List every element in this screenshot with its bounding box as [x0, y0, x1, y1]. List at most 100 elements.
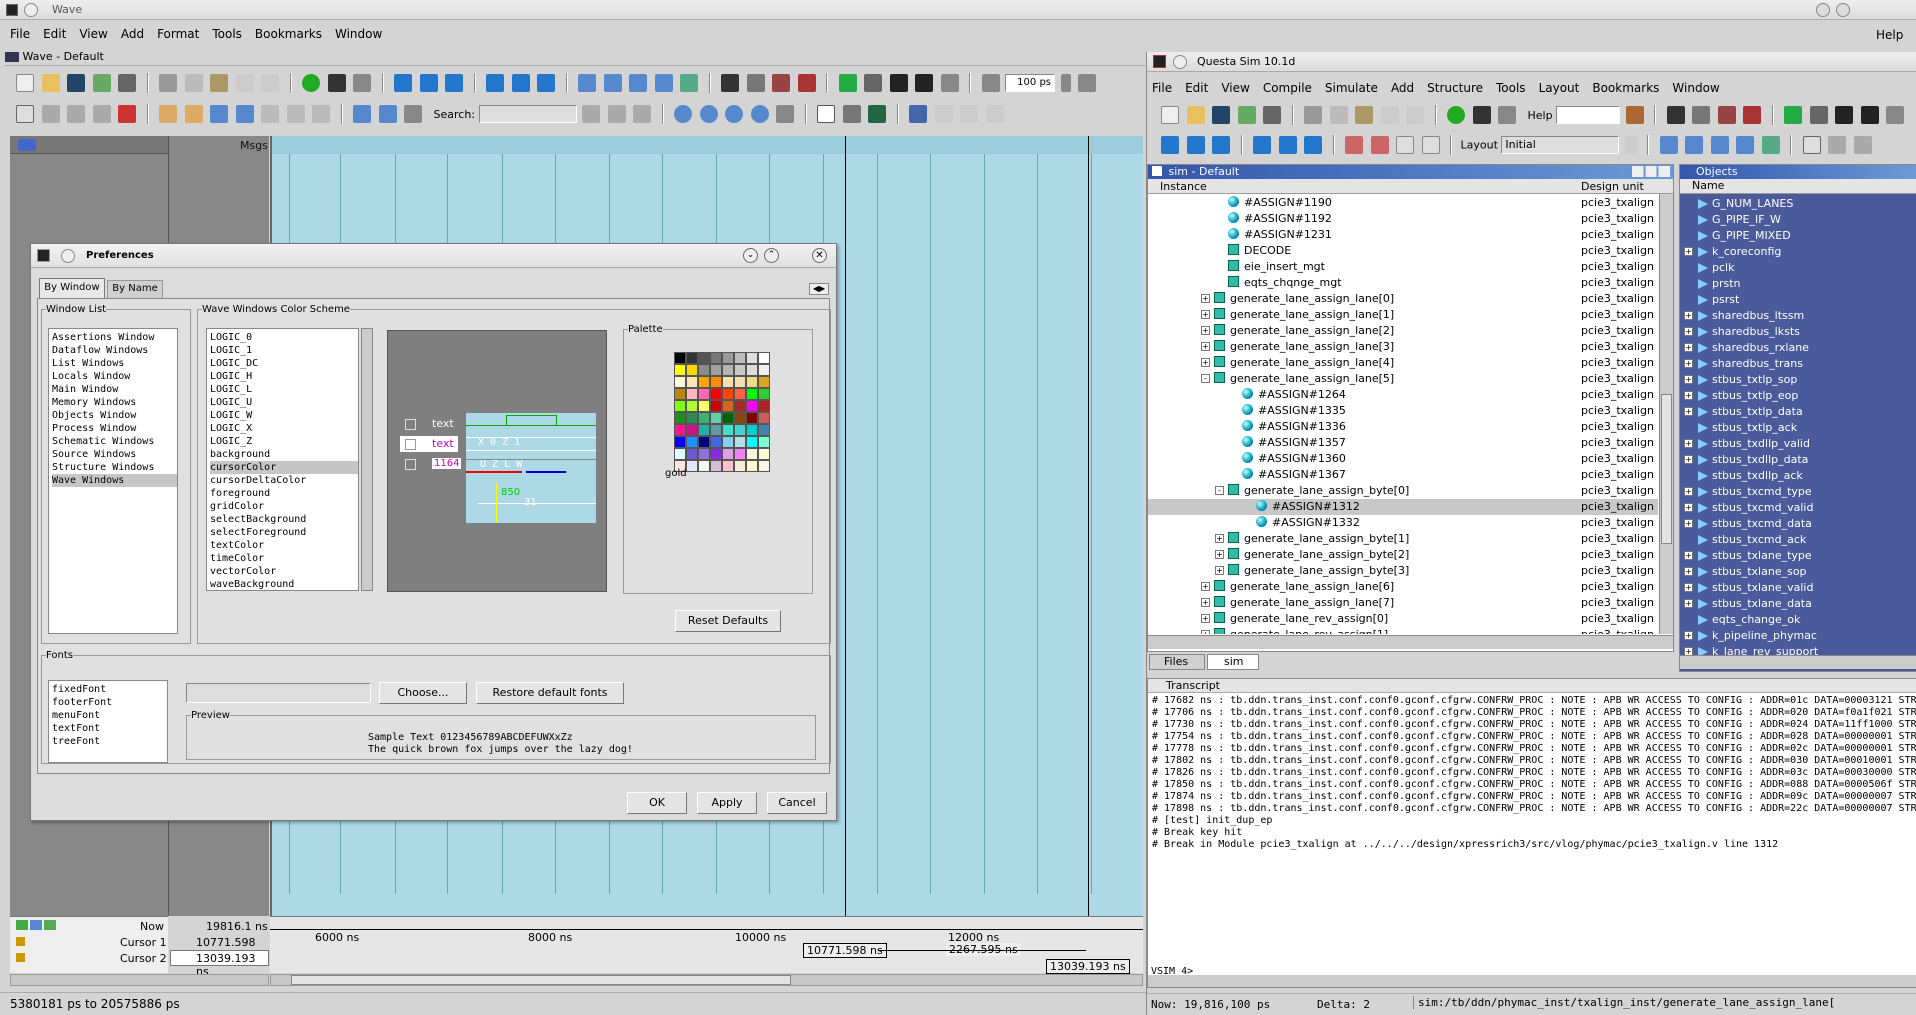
objects-list[interactable]: G_NUM_LANES G_PIPE_IF_W G_PIPE_MIXED + k_cor… — [1680, 195, 1916, 655]
simulate-icon[interactable] — [746, 74, 765, 92]
dataflow-icon[interactable] — [838, 74, 857, 92]
color-scheme-item[interactable]: cursorColor — [210, 461, 358, 474]
sim-tree-row[interactable]: #ASSIGN#1367 pcie3_txalign — [1148, 467, 1658, 483]
restart-icon[interactable] — [1253, 136, 1271, 154]
palette-swatch[interactable] — [698, 436, 710, 448]
del-break2-icon[interactable] — [1370, 136, 1389, 154]
window-list-item[interactable]: Assertions Window — [52, 331, 177, 344]
run-length-arrow-icon[interactable] — [1060, 74, 1071, 92]
expand-toggle-icon[interactable]: + — [1684, 327, 1693, 336]
time-mode-icon[interactable] — [404, 105, 422, 123]
palette-swatch[interactable] — [710, 436, 722, 448]
expand-toggle-icon[interactable]: + — [1684, 551, 1693, 560]
object-row[interactable]: G_PIPE_MIXED — [1680, 228, 1916, 244]
palette-swatch[interactable] — [698, 388, 710, 400]
expand-toggle-icon[interactable]: + — [1684, 503, 1693, 512]
expand-toggle-icon[interactable]: + — [1684, 647, 1693, 655]
zoom-cursor-icon[interactable] — [750, 105, 769, 123]
reload-icon[interactable] — [1237, 106, 1256, 124]
expand-toggle-icon[interactable]: + — [1684, 247, 1693, 256]
palette-swatch[interactable] — [734, 424, 746, 436]
font-list-item[interactable]: fixedFont — [52, 683, 167, 696]
print-icon[interactable] — [1263, 106, 1281, 124]
palette-swatch[interactable] — [758, 436, 770, 448]
zoom-full-icon[interactable] — [725, 105, 743, 123]
questa-menu-file[interactable]: File — [1152, 81, 1172, 95]
sim-tree-row[interactable]: #ASSIGN#1264 pcie3_txalign — [1148, 387, 1658, 403]
wave-hscroll-1[interactable] — [10, 974, 269, 986]
preview-checkbox-1[interactable] — [405, 419, 416, 430]
object-row[interactable]: prstn — [1680, 276, 1916, 292]
open-icon[interactable] — [1186, 106, 1205, 124]
palette-swatch[interactable] — [722, 376, 734, 388]
font-list-item[interactable]: footerFont — [52, 696, 167, 709]
object-row[interactable]: + stbus_txlane_sop — [1680, 564, 1916, 580]
palette-swatch[interactable] — [758, 376, 770, 388]
window-list[interactable]: Assertions Window Dataflow Windows List Wi… — [48, 328, 178, 634]
color-scheme-item[interactable]: waveBackground — [210, 578, 358, 591]
color-scheme-item[interactable]: selectForeground — [210, 526, 358, 539]
palette-swatch[interactable] — [758, 412, 770, 424]
tabs-scroll-icon[interactable]: ◀▶ — [809, 283, 829, 295]
questa-menu-simulate[interactable]: Simulate — [1325, 81, 1378, 95]
vsim-prompt[interactable]: VSIM 4> — [1151, 966, 1193, 977]
expand-toggle-icon[interactable]: + — [1201, 630, 1210, 634]
object-row[interactable]: + stbus_txlane_valid — [1680, 580, 1916, 596]
doc2-icon[interactable] — [1421, 136, 1440, 154]
object-row[interactable]: psrst — [1680, 292, 1916, 308]
window-list-item[interactable]: Objects Window — [52, 409, 177, 422]
palette-swatch[interactable] — [758, 424, 770, 436]
palette-swatch[interactable] — [710, 424, 722, 436]
palette-swatch[interactable] — [758, 460, 770, 472]
break-red-icon[interactable] — [1717, 106, 1736, 124]
window-list-item[interactable]: Memory Windows — [52, 396, 177, 409]
palette-swatch[interactable] — [746, 448, 758, 460]
palette-swatch[interactable] — [698, 424, 710, 436]
color-scheme-item[interactable]: LOGIC_X — [210, 422, 358, 435]
cursor-next-icon[interactable] — [235, 105, 254, 123]
palette-swatch[interactable] — [734, 412, 746, 424]
palette-swatch[interactable] — [674, 376, 686, 388]
step-icon[interactable] — [394, 74, 412, 92]
palette-swatch[interactable] — [758, 400, 770, 412]
search-input[interactable] — [478, 105, 577, 123]
expand-toggle-icon[interactable]: + — [1201, 294, 1210, 303]
sim-tree-row[interactable]: #ASSIGN#1192 pcie3_txalign — [1148, 211, 1658, 227]
collapse-time-icon[interactable] — [378, 105, 397, 123]
lock-icon[interactable] — [16, 937, 25, 946]
open-icon[interactable] — [41, 74, 60, 92]
sim-tree-row[interactable]: #ASSIGN#1360 pcie3_txalign — [1148, 451, 1658, 467]
palette-swatch[interactable] — [746, 436, 758, 448]
prefs-minimize-button[interactable]: ⌄ — [743, 248, 758, 263]
zoom-mode-icon[interactable] — [1828, 136, 1847, 154]
run-all-icon[interactable] — [1078, 74, 1096, 92]
expand-toggle-icon[interactable]: + — [1684, 455, 1693, 464]
wave-menu-window[interactable]: Window — [335, 27, 382, 41]
prefs-maximize-button[interactable]: ⌃ — [764, 248, 779, 263]
transcript-hscroll[interactable] — [1148, 975, 1916, 987]
cursor-2-line[interactable] — [1088, 136, 1089, 916]
sim-tree-row[interactable]: #ASSIGN#1312 pcie3_txalign — [1148, 499, 1658, 515]
cursor-del-icon[interactable] — [184, 105, 203, 123]
expand-toggle-icon[interactable]: + — [1684, 631, 1693, 640]
object-row[interactable]: + stbus_txtlp_data — [1680, 404, 1916, 420]
palette-swatch[interactable] — [686, 436, 698, 448]
expand-toggle-icon[interactable]: + — [1201, 342, 1210, 351]
sim-hscroll[interactable] — [1148, 635, 1673, 649]
move-icon[interactable] — [1853, 136, 1872, 154]
palette-swatch[interactable] — [710, 448, 722, 460]
tab-by-name[interactable]: By Name — [107, 280, 163, 298]
paste-icon[interactable] — [1355, 106, 1373, 124]
cut-icon[interactable] — [1304, 106, 1322, 124]
wave-add-icon[interactable] — [578, 74, 596, 92]
color-scheme-item[interactable]: LOGIC_0 — [210, 331, 358, 344]
object-row[interactable]: + stbus_txdllp_valid — [1680, 436, 1916, 452]
sim-tree-row[interactable]: + generate_lane_assign_lane[1] pcie3_txali… — [1148, 307, 1658, 323]
redo-icon[interactable] — [1406, 106, 1424, 124]
palette-swatch[interactable] — [746, 412, 758, 424]
prefs-menu-icon[interactable] — [61, 249, 75, 263]
color-scheme-item[interactable]: textColor — [210, 539, 358, 552]
font-list-item[interactable]: menuFont — [52, 709, 167, 722]
palette-swatch[interactable] — [722, 400, 734, 412]
prefs-title-bar[interactable]: Preferences ⌄ ⌃ ✕ — [31, 244, 836, 268]
